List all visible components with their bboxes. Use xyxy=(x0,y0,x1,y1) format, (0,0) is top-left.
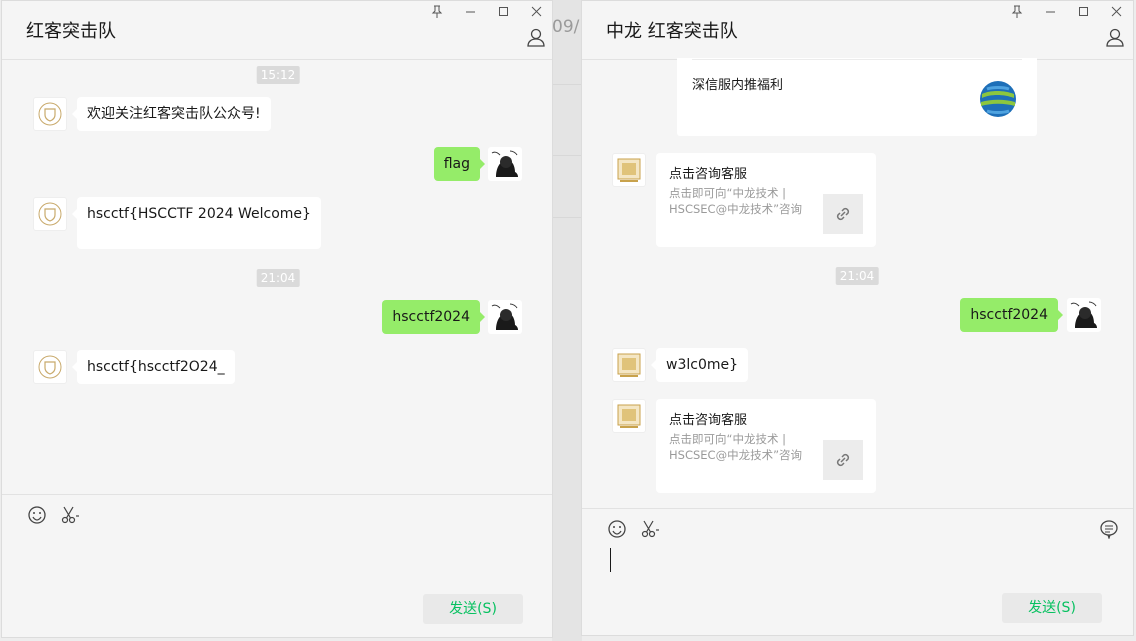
message-bubble[interactable]: flag xyxy=(433,147,486,181)
link-thumbnail xyxy=(823,440,863,480)
chat-history-icon[interactable] xyxy=(1099,519,1119,539)
message-bubble[interactable]: hscctf2024 xyxy=(960,298,1063,332)
right-chat-title: 中龙 红客突击队 xyxy=(606,21,738,42)
service-account-avatar[interactable] xyxy=(612,399,646,433)
card-title: 点击咨询客服 xyxy=(669,413,748,428)
emoji-icon[interactable] xyxy=(607,519,627,539)
send-button[interactable]: 发送(S) xyxy=(423,594,523,624)
scissors-icon[interactable] xyxy=(640,519,660,539)
official-account-avatar[interactable] xyxy=(33,97,67,131)
message-bubble[interactable]: hscctf2024 xyxy=(382,300,485,334)
service-account-avatar[interactable] xyxy=(612,348,646,382)
message-input-caret[interactable] xyxy=(610,548,611,572)
timestamp: 21:04 xyxy=(835,267,879,285)
user-avatar[interactable] xyxy=(488,300,522,334)
left-chat-window: 红客突击队 15:12 欢迎关注红客突击队公众号! flag hscctf{HS… xyxy=(1,0,553,638)
message-bubble[interactable]: hscctf{HSCCTF 2024 Welcome} xyxy=(72,197,321,249)
background-chat-list xyxy=(552,0,582,641)
official-account-avatar[interactable] xyxy=(33,350,67,384)
article-card[interactable]: 深信服内推福利 xyxy=(677,58,1037,136)
background-divider xyxy=(552,84,582,85)
service-account-avatar[interactable] xyxy=(612,153,646,187)
minimize-icon[interactable] xyxy=(461,3,479,19)
close-icon[interactable] xyxy=(1107,3,1125,19)
card-description: 点击即可向“中龙技术 | HSCSEC@中龙技术”咨询 xyxy=(669,186,803,216)
maximize-icon[interactable] xyxy=(494,3,512,19)
link-thumbnail xyxy=(823,194,863,234)
link-icon xyxy=(836,453,850,467)
left-title-bar[interactable]: 红客突击队 xyxy=(2,1,552,60)
card-description: 点击即可向“中龙技术 | HSCSEC@中龙技术”咨询 xyxy=(669,432,803,462)
link-icon xyxy=(836,207,850,221)
background-divider xyxy=(552,217,582,218)
background-partial-text: 09/ xyxy=(552,17,580,37)
article-divider xyxy=(692,59,1022,60)
pin-icon[interactable] xyxy=(428,3,446,19)
background-divider xyxy=(552,155,582,156)
timestamp: 21:04 xyxy=(256,269,300,287)
send-button[interactable]: 发送(S) xyxy=(1002,593,1102,623)
input-divider xyxy=(582,508,1133,509)
pin-icon[interactable] xyxy=(1008,3,1026,19)
user-avatar[interactable] xyxy=(488,147,522,181)
message-bubble[interactable]: w3lc0me} xyxy=(650,348,749,382)
user-avatar[interactable] xyxy=(1067,298,1101,332)
right-chat-window: 中龙 红客突击队 深信服内推福利 点击咨询客服 点击即可向“中龙技术 | HSC… xyxy=(581,0,1134,636)
timestamp: 15:12 xyxy=(256,66,300,84)
official-account-avatar[interactable] xyxy=(33,197,67,231)
article-title: 深信服内推福利 xyxy=(692,78,784,93)
message-bubble[interactable]: hscctf{hscctf2O24_ xyxy=(72,350,235,384)
close-icon[interactable] xyxy=(527,3,545,19)
minimize-icon[interactable] xyxy=(1041,3,1059,19)
right-title-bar[interactable]: 中龙 红客突击队 xyxy=(582,1,1133,60)
service-card[interactable]: 点击咨询客服 点击即可向“中龙技术 | HSCSEC@中龙技术”咨询 xyxy=(656,153,876,247)
emoji-icon[interactable] xyxy=(27,505,47,525)
scissors-icon[interactable] xyxy=(60,505,80,525)
card-title: 点击咨询客服 xyxy=(669,167,748,182)
user-profile-icon[interactable] xyxy=(1105,27,1125,47)
input-divider xyxy=(2,494,552,495)
left-chat-title: 红客突击队 xyxy=(26,21,116,42)
maximize-icon[interactable] xyxy=(1074,3,1092,19)
user-profile-icon[interactable] xyxy=(526,27,546,47)
message-bubble[interactable]: 欢迎关注红客突击队公众号! xyxy=(72,97,271,131)
service-card[interactable]: 点击咨询客服 点击即可向“中龙技术 | HSCSEC@中龙技术”咨询 xyxy=(656,399,876,493)
globe-logo-icon xyxy=(980,81,1016,117)
